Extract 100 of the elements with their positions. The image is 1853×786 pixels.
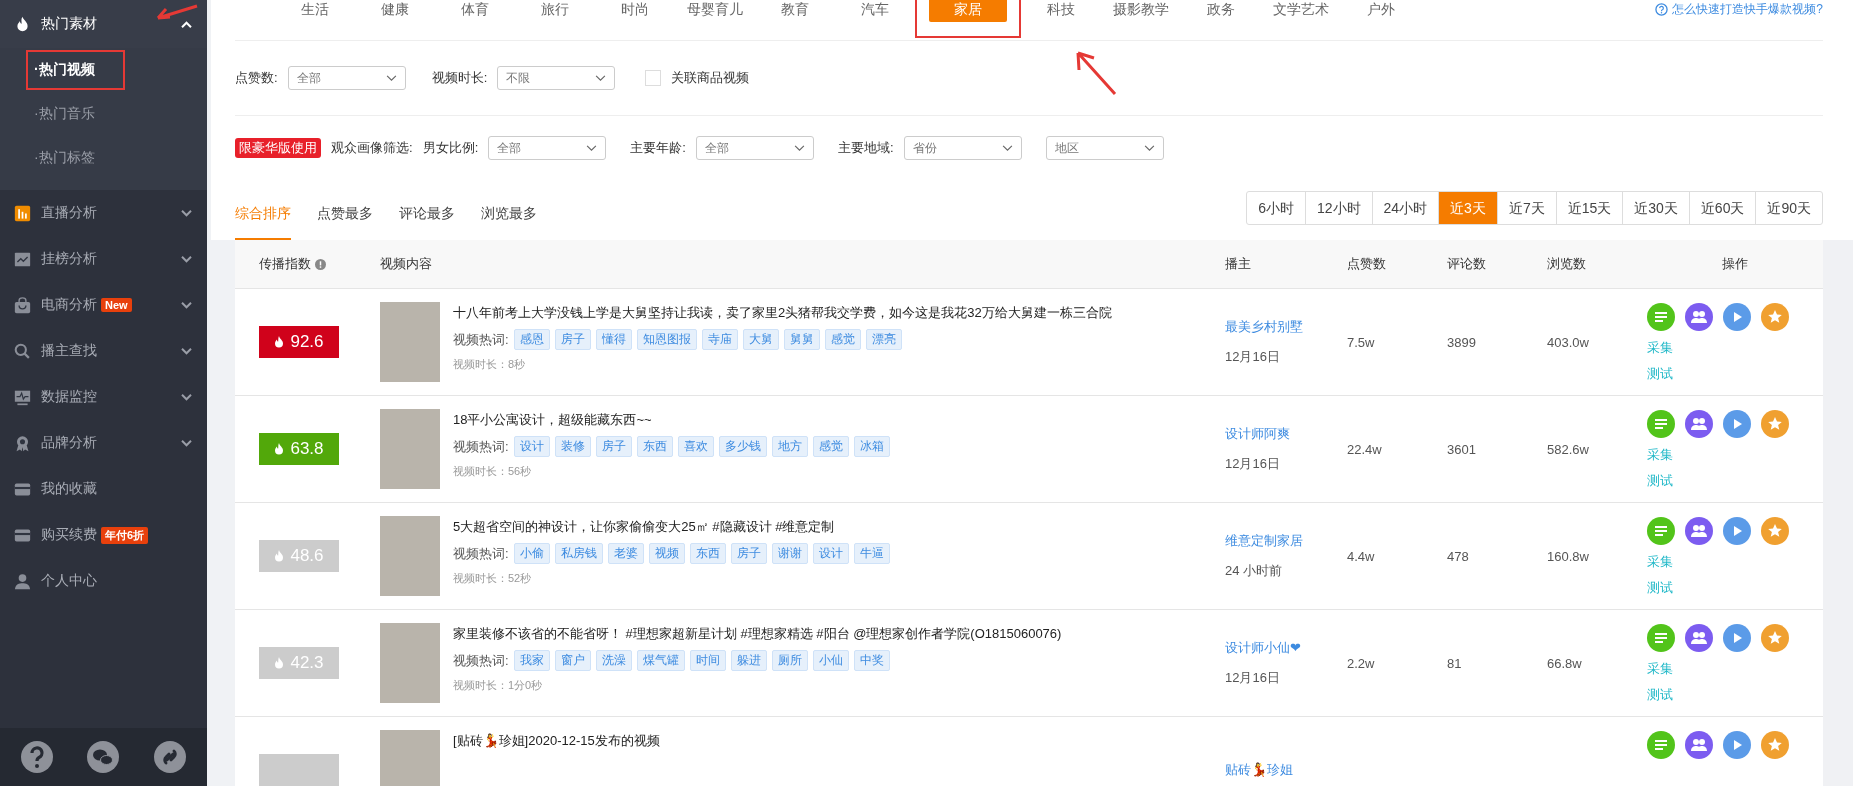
category-tab[interactable]: 体育 <box>435 0 515 20</box>
duration-select[interactable]: 不限 <box>497 66 616 90</box>
users-icon[interactable] <box>1685 731 1713 759</box>
time-range-button[interactable]: 近30天 <box>1622 192 1689 224</box>
keyword-tag[interactable]: 知恩图报 <box>636 329 697 350</box>
keyword-tag[interactable]: 煤气罐 <box>636 650 685 671</box>
category-tab[interactable]: 生活 <box>275 0 355 20</box>
time-range-button[interactable]: 近60天 <box>1688 192 1756 224</box>
keyword-tag[interactable]: 时间 <box>689 650 726 671</box>
keyword-tag[interactable]: 谢谢 <box>771 543 808 564</box>
sidebar-item[interactable]: 我的收藏 <box>0 466 207 512</box>
time-range-button[interactable]: 近15天 <box>1555 192 1623 224</box>
sidebar-item[interactable]: 挂榜分析 <box>0 236 207 282</box>
submenu-item[interactable]: ·热门标签 <box>34 149 95 167</box>
category-tab[interactable]: 政务 <box>1181 0 1261 20</box>
help-icon[interactable] <box>21 741 54 773</box>
keyword-tag[interactable]: 设计 <box>513 436 550 457</box>
sidebar-item[interactable]: 播主查找 <box>0 328 207 374</box>
list-icon[interactable] <box>1647 624 1675 652</box>
keyword-tag[interactable]: 大舅 <box>742 329 779 350</box>
audience-select[interactable]: 全部 <box>695 136 814 160</box>
play-icon[interactable] <box>1723 731 1751 759</box>
video-title[interactable]: 十八年前考上大学没钱上学是大舅坚持让我读，卖了家里2头猪帮我交学费，如今这是我花32万给大舅建一栋三合院 <box>453 304 1112 322</box>
keyword-tag[interactable]: 感觉 <box>824 329 861 350</box>
submenu-item[interactable]: ·热门视频 <box>34 61 95 79</box>
list-icon[interactable] <box>1647 303 1675 331</box>
keyword-tag[interactable]: 我家 <box>513 650 550 671</box>
help-link[interactable]: 怎么快速打造快手爆款视频? <box>1655 1 1823 18</box>
list-icon[interactable] <box>1647 410 1675 438</box>
sidebar-item[interactable]: 个人中心 <box>0 558 207 604</box>
sidebar-item[interactable]: 购买续费 年付6折 <box>0 512 207 558</box>
keyword-tag[interactable]: 感觉 <box>812 436 849 457</box>
sort-tab[interactable]: 点赞最多 <box>317 193 373 240</box>
keyword-tag[interactable]: 小偷 <box>513 543 550 564</box>
video-thumbnail[interactable] <box>380 730 440 786</box>
keyword-tag[interactable]: 小仙 <box>812 650 849 671</box>
host-link[interactable]: 贴砖💃珍姐 <box>1225 761 1293 779</box>
keyword-tag[interactable]: 懂得 <box>595 329 632 350</box>
sidebar-item[interactable]: 电商分析 New <box>0 282 207 328</box>
play-icon[interactable] <box>1723 303 1751 331</box>
category-tab[interactable]: 旅行 <box>515 0 595 20</box>
video-thumbnail[interactable] <box>380 302 440 382</box>
list-icon[interactable] <box>1647 517 1675 545</box>
category-tab[interactable]: 摄影教学 <box>1101 0 1181 20</box>
action-link[interactable]: 采集 <box>1647 446 1673 464</box>
keyword-tag[interactable]: 装修 <box>554 436 591 457</box>
checkbox[interactable] <box>645 70 662 86</box>
time-range-button[interactable]: 近90天 <box>1755 192 1822 224</box>
play-icon[interactable] <box>1723 624 1751 652</box>
video-thumbnail[interactable] <box>380 516 440 596</box>
category-tab[interactable]: 科技 <box>1021 0 1101 20</box>
category-tab[interactable]: 家居 <box>929 0 1007 22</box>
sort-tab[interactable]: 评论最多 <box>399 193 455 240</box>
keyword-tag[interactable]: 东西 <box>636 436 673 457</box>
likes-select[interactable]: 全部 <box>287 66 406 90</box>
host-link[interactable]: 最美乡村别墅 <box>1225 318 1303 336</box>
action-link[interactable]: 测试 <box>1647 365 1673 383</box>
audience-select[interactable]: 全部 <box>488 136 607 160</box>
video-title[interactable]: 18平小公寓设计，超级能藏东西~~ <box>453 411 890 429</box>
keyword-tag[interactable]: 感恩 <box>513 329 550 350</box>
keyword-tag[interactable]: 房子 <box>554 329 591 350</box>
keyword-tag[interactable]: 寺庙 <box>701 329 738 350</box>
submenu-item[interactable]: ·热门音乐 <box>34 105 95 123</box>
action-link[interactable]: 测试 <box>1647 472 1673 490</box>
keyword-tag[interactable]: 东西 <box>689 543 726 564</box>
host-link[interactable]: 设计师小仙❤ <box>1225 639 1301 657</box>
keyword-tag[interactable]: 冰箱 <box>853 436 890 457</box>
play-icon[interactable] <box>1723 517 1751 545</box>
keyword-tag[interactable]: 洗澡 <box>595 650 632 671</box>
video-title[interactable]: 家里装修不该省的不能省呀！ #理想家超新星计划 #理想家精选 #阳台 @理想家创作者学院(O1815060076) <box>453 625 1062 643</box>
action-link[interactable]: 采集 <box>1647 339 1673 357</box>
video-title[interactable]: [贴砖💃珍姐]2020-12-15发布的视频 <box>453 732 660 750</box>
time-range-button[interactable]: 12小时 <box>1304 192 1372 224</box>
audience-select[interactable]: 地区 <box>1045 136 1164 160</box>
audience-select[interactable]: 省份 <box>903 136 1022 160</box>
keyword-tag[interactable]: 中奖 <box>853 650 890 671</box>
category-tab[interactable]: 文学艺术 <box>1261 0 1341 20</box>
keyword-tag[interactable]: 牛逼 <box>853 543 890 564</box>
keyword-tag[interactable]: 漂亮 <box>865 329 902 350</box>
category-tab[interactable]: 时尚 <box>595 0 675 20</box>
category-tab[interactable]: 健康 <box>355 0 435 20</box>
action-link[interactable]: 测试 <box>1647 686 1673 704</box>
keyword-tag[interactable]: 老婆 <box>607 543 644 564</box>
users-icon[interactable] <box>1685 410 1713 438</box>
time-range-button[interactable]: 近7天 <box>1496 192 1556 224</box>
users-icon[interactable] <box>1685 624 1713 652</box>
host-link[interactable]: 维意定制家居 <box>1225 532 1303 550</box>
sidebar-item[interactable]: 直播分析 <box>0 190 207 236</box>
video-title[interactable]: 5大超省空间的神设计，让你家偷偷变大25㎡ #隐藏设计 #维意定制 <box>453 518 890 536</box>
time-range-button[interactable]: 近3天 <box>1438 192 1497 224</box>
keyword-tag[interactable]: 地方 <box>771 436 808 457</box>
sidebar-item[interactable]: 热门素材 <box>0 0 207 48</box>
keyword-tag[interactable]: 喜欢 <box>677 436 714 457</box>
keyword-tag[interactable]: 多少钱 <box>718 436 767 457</box>
category-tab[interactable]: 汽车 <box>835 0 915 20</box>
host-link[interactable]: 设计师阿爽 <box>1225 425 1290 443</box>
play-icon[interactable] <box>1723 410 1751 438</box>
keyword-tag[interactable]: 舅舅 <box>783 329 820 350</box>
sort-tab[interactable]: 浏览最多 <box>481 193 537 240</box>
keyword-tag[interactable]: 窗户 <box>554 650 591 671</box>
